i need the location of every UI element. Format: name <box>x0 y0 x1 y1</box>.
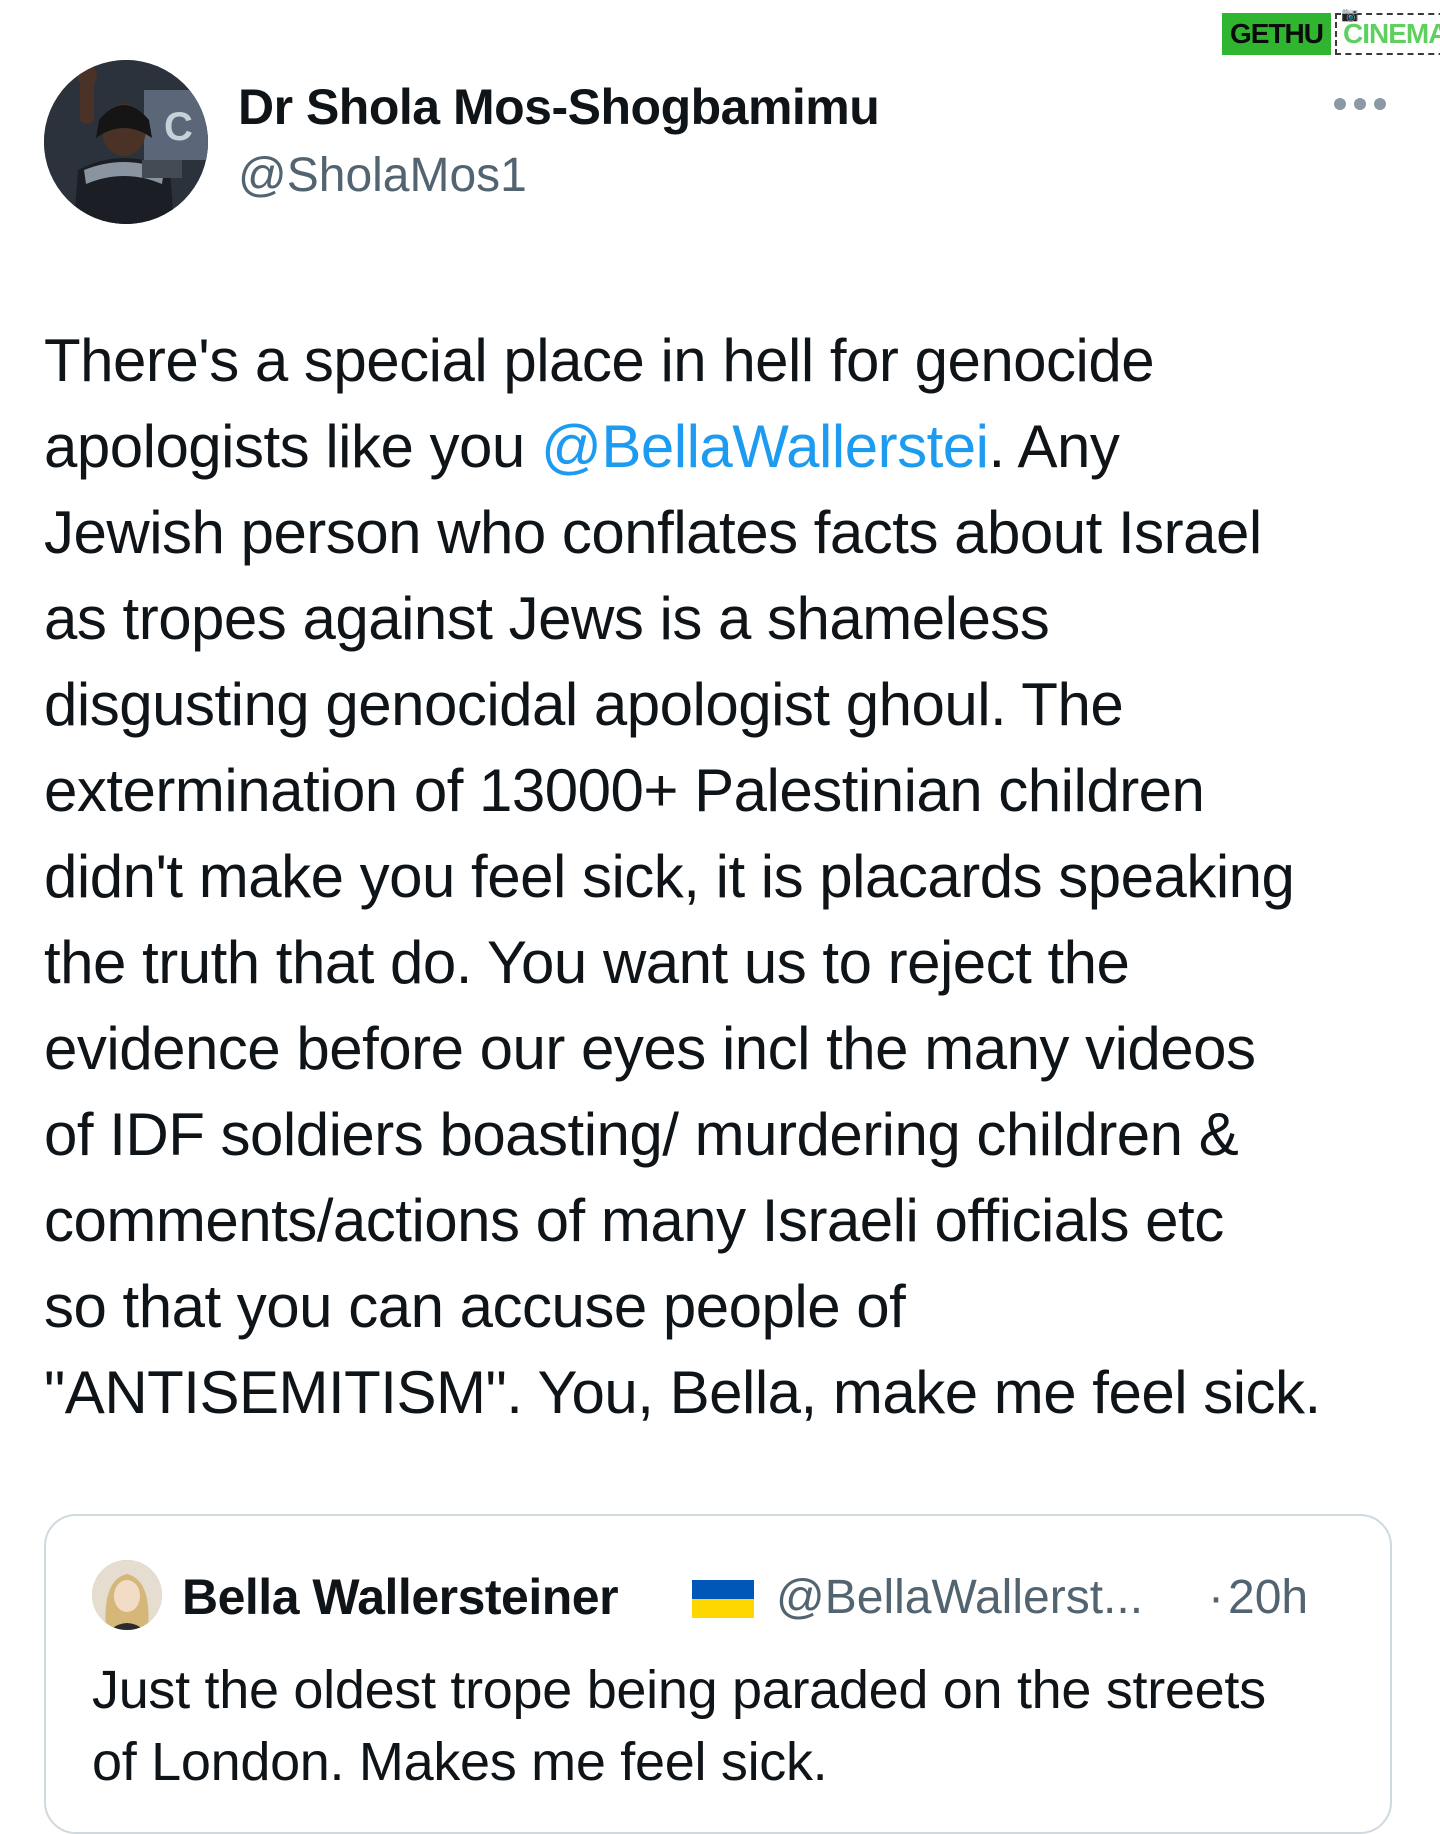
author-handle[interactable]: @SholaMos1 <box>238 148 527 203</box>
quoted-tweet-text-line: Just the oldest trope being paraded on t… <box>92 1660 1266 1720</box>
quoted-author-avatar[interactable] <box>92 1560 162 1630</box>
tweet-text-line: Jewish person who conflates facts about … <box>44 490 1404 576</box>
tweet-text-segment: disgusting genocidal apologist ghoul. Th… <box>44 671 1124 738</box>
mention-link[interactable]: @BellaWallerstei <box>541 413 989 480</box>
author-display-name[interactable]: Dr Shola Mos-Shogbamimu <box>238 78 880 136</box>
flag-blue-stripe <box>692 1580 754 1599</box>
tweet-text-line: as tropes against Jews is a shameless <box>44 576 1404 662</box>
author-avatar[interactable]: C <box>44 60 208 224</box>
watermark-cinema-label: CINEMA <box>1343 18 1440 49</box>
tweet-text-segment: . Any <box>988 413 1120 480</box>
tweet-text-segment: comments/actions of many Israeli officia… <box>44 1187 1224 1254</box>
more-dot <box>1334 98 1346 110</box>
tweet-text-line: disgusting genocidal apologist ghoul. Th… <box>44 662 1404 748</box>
tweet-text-segment: There's a special place in hell for geno… <box>44 327 1155 394</box>
more-horizontal-icon[interactable] <box>1334 92 1390 116</box>
tweet-text-line: evidence before our eyes incl the many v… <box>44 1006 1404 1092</box>
tweet-text-segment: didn't make you feel sick, it is placard… <box>44 843 1295 910</box>
quoted-tweet-text-line: of London. Makes me feel sick. <box>92 1732 828 1792</box>
tweet-text-segment: evidence before our eyes incl the many v… <box>44 1015 1256 1082</box>
tweet-text-line: the truth that do. You want us to reject… <box>44 920 1404 1006</box>
tweet-text-line: There's a special place in hell for geno… <box>44 318 1404 404</box>
tweet-text-segment: the truth that do. You want us to reject… <box>44 929 1130 996</box>
quoted-tweet-text: Just the oldest trope being paraded on t… <box>92 1654 1352 1798</box>
tweet-text-line: didn't make you feel sick, it is placard… <box>44 834 1404 920</box>
watermark-left-text: GETHU <box>1222 13 1331 55</box>
separator-dot: · <box>1208 1571 1224 1624</box>
tweet-text-segment: extermination of 13000+ Palestinian chil… <box>44 757 1205 824</box>
tweet-text-segment: "ANTISEMITISM". You, Bella, make me feel… <box>44 1359 1321 1426</box>
tweet-text-line: apologists like you @BellaWallerstei. An… <box>44 404 1404 490</box>
watermark-right-text: 📷 CINEMA <box>1335 6 1440 55</box>
tweet-text-segment: so that you can accuse people of <box>44 1273 906 1340</box>
quoted-tweet-card[interactable]: Bella Wallersteiner @BellaWallerst... · … <box>44 1514 1392 1834</box>
more-dot <box>1354 98 1366 110</box>
more-dot <box>1374 98 1386 110</box>
camera-icon: 📷 <box>1341 6 1358 22</box>
tweet-text-segment: as tropes against Jews is a shameless <box>44 585 1050 652</box>
tweet-text-segment: apologists like you <box>44 413 541 480</box>
profile-photo-icon: C <box>44 60 208 224</box>
quoted-author-display-name[interactable]: Bella Wallersteiner <box>182 1568 619 1626</box>
profile-photo-icon <box>92 1560 162 1630</box>
quoted-tweet-timestamp[interactable]: 20h <box>1228 1570 1308 1625</box>
tweet-text-line: so that you can accuse people of <box>44 1264 1404 1350</box>
tweet-text-segment: of IDF soldiers boasting/ murdering chil… <box>44 1101 1239 1168</box>
tweet-text: There's a special place in hell for geno… <box>44 318 1404 1436</box>
tweet-text-line: "ANTISEMITISM". You, Bella, make me feel… <box>44 1350 1404 1436</box>
ukraine-flag-icon <box>692 1580 754 1618</box>
svg-text:C: C <box>164 105 193 149</box>
tweet-text-segment: Jewish person who conflates facts about … <box>44 499 1262 566</box>
flag-yellow-stripe <box>692 1599 754 1618</box>
quoted-author-handle[interactable]: @BellaWallerst... <box>776 1570 1143 1625</box>
tweet-text-line: of IDF soldiers boasting/ murdering chil… <box>44 1092 1404 1178</box>
watermark-logo: GETHU 📷 CINEMA <box>1222 6 1440 58</box>
tweet-text-line: extermination of 13000+ Palestinian chil… <box>44 748 1404 834</box>
tweet-text-line: comments/actions of many Israeli officia… <box>44 1178 1404 1264</box>
